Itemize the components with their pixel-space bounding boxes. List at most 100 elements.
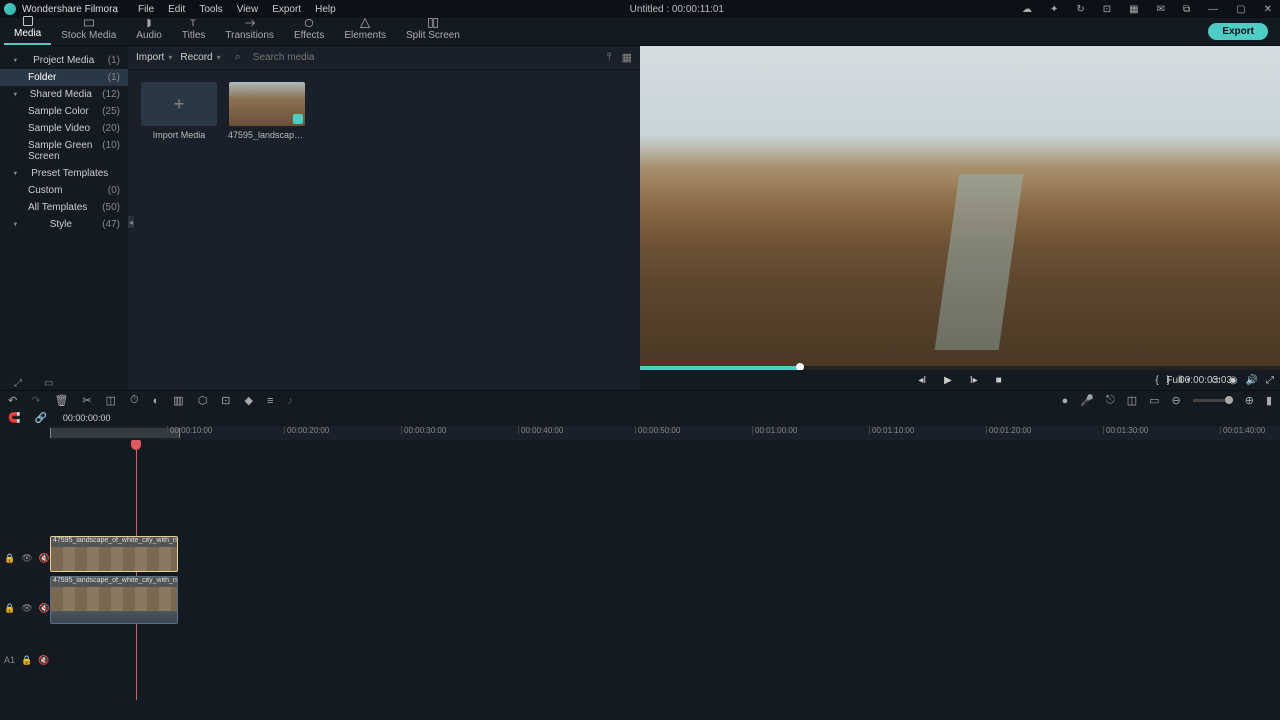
search-input[interactable] [249, 52, 599, 63]
volume-icon[interactable]: 🔊 [1246, 375, 1258, 386]
maximize-icon[interactable]: ▢ [1232, 4, 1249, 15]
link-icon[interactable]: 🔗 [34, 413, 46, 424]
grid-view-icon[interactable]: ▦ [622, 51, 632, 64]
marker-tl-icon[interactable]: ◫ [1127, 394, 1137, 407]
video-clip-2[interactable]: 47595_landscape_of_white_city_with_river… [50, 576, 178, 624]
media-thumbnail[interactable] [229, 82, 305, 126]
sidebar-item[interactable]: Shared Media(12) [0, 86, 128, 103]
stop-button[interactable]: ■ [996, 375, 1002, 386]
sparkle-icon[interactable]: ✦ [1046, 4, 1062, 15]
menu-file[interactable]: File [138, 4, 154, 15]
menu-view[interactable]: View [237, 4, 259, 15]
next-frame-button[interactable]: I▸ [970, 375, 978, 386]
green-screen-icon[interactable]: ▥ [173, 394, 183, 407]
fit-icon[interactable]: ▮ [1266, 394, 1272, 407]
expand-icon[interactable]: ⤢ [14, 378, 22, 389]
compare-icon[interactable]: ▭ [1211, 375, 1220, 386]
delete-icon[interactable]: 🗑 [54, 394, 68, 407]
tab-audio[interactable]: Audio [126, 15, 172, 45]
mark-out-icon[interactable]: } [1167, 375, 1170, 386]
track-lock-icon[interactable]: 🔒 [4, 603, 15, 614]
import-media-button[interactable]: + [141, 82, 217, 126]
grid-icon[interactable]: ▦ [1125, 4, 1142, 15]
tab-media[interactable]: Media [4, 13, 51, 45]
preview-panel: ◂I ▶ I▸ ■ Full▾ {} 00:00:03:03 ▭ ◉ 🔊 ⤢ [640, 46, 1280, 390]
video-clip-1[interactable]: 47595_landscape_of_white_city_with_river… [50, 536, 178, 572]
ruler-tick: 00:01:30:00 [1103, 426, 1148, 434]
track-visible-icon[interactable]: 👁 [21, 553, 32, 564]
snapshot-icon[interactable]: ◉ [1229, 375, 1238, 386]
devices-icon[interactable]: ⧉ [1179, 4, 1194, 15]
tab-elements[interactable]: Elements [334, 15, 396, 45]
tab-stock-media[interactable]: Stock Media [51, 15, 126, 45]
prev-frame-button[interactable]: ◂I [918, 375, 926, 386]
new-folder-icon[interactable]: ▭ [44, 378, 53, 389]
sidebar-item[interactable]: Project Media(1) [0, 52, 128, 69]
record-tl-icon[interactable]: ● [1062, 395, 1069, 407]
menu-edit[interactable]: Edit [168, 4, 185, 15]
menu-help[interactable]: Help [315, 4, 336, 15]
split-icon[interactable]: ✂ [82, 394, 91, 407]
tab-transitions[interactable]: Transitions [215, 15, 284, 45]
tab-titles[interactable]: TTitles [172, 15, 216, 45]
crop-icon[interactable]: ◫ [106, 394, 116, 407]
more-icon[interactable]: ≡ [267, 395, 273, 407]
motion-icon[interactable]: ⊡ [221, 394, 230, 407]
track-header-v2: 🔒 👁 🔇 [0, 538, 50, 578]
message-icon[interactable]: ✉ [1153, 4, 1169, 15]
tab-effects[interactable]: Effects [284, 15, 334, 45]
track-mute-icon[interactable]: 🔇 [39, 553, 50, 564]
close-icon[interactable]: ✕ [1260, 4, 1276, 15]
sidebar-item[interactable]: Sample Color(25) [0, 103, 128, 120]
import-dropdown[interactable]: Import▾ [136, 52, 172, 63]
sidebar-item[interactable]: Sample Green Screen(10) [0, 137, 128, 165]
zoom-slider[interactable] [1193, 399, 1233, 402]
timeline-header: 🧲 🔗 00:00:00:00 [0, 410, 1280, 426]
sidebar-item[interactable]: Style(47) [0, 216, 128, 233]
filter-icon[interactable]: ⫯ [607, 51, 612, 64]
mixer-icon[interactable]: ⎋ [1106, 394, 1115, 407]
record-dropdown[interactable]: Record▾ [180, 52, 220, 63]
ruler-tick: 00:00:20:00 [284, 426, 329, 434]
fullscreen-icon[interactable]: ⤢ [1266, 375, 1274, 386]
track-icon[interactable]: ▭ [1149, 394, 1159, 407]
voice-icon[interactable]: 🎤 [1080, 394, 1094, 407]
cloud-icon[interactable]: ☁ [1018, 4, 1036, 15]
track-lock-icon[interactable]: 🔒 [21, 655, 32, 666]
mark-in-icon[interactable]: { [1155, 375, 1158, 386]
speed-icon[interactable]: ⏱ [130, 394, 139, 407]
refresh-icon[interactable]: ↻ [1072, 4, 1088, 15]
track-mute-icon[interactable]: 🔇 [38, 655, 49, 666]
ruler-selection[interactable] [50, 428, 180, 438]
keyframe-icon[interactable]: ◆ [245, 394, 253, 407]
magnet-icon[interactable]: 🧲 [8, 413, 20, 424]
track-lock-icon[interactable]: 🔒 [4, 553, 15, 564]
sidebar-item[interactable]: Folder(1) [0, 69, 128, 86]
play-button[interactable]: ▶ [944, 375, 952, 386]
notification-icon[interactable]: ⊡ [1099, 4, 1115, 15]
mask-icon[interactable]: ⬡ [198, 394, 208, 407]
color-icon[interactable]: ◐ [153, 395, 160, 407]
sidebar-item[interactable]: Sample Video(20) [0, 120, 128, 137]
chevron-down-icon: ▾ [168, 53, 172, 62]
sidebar-item[interactable]: All Templates(50) [0, 199, 128, 216]
timeline-ruler[interactable]: 00:00:10:0000:00:20:0000:00:30:0000:00:4… [50, 426, 1280, 440]
menu-tools[interactable]: Tools [199, 4, 222, 15]
minimize-icon[interactable]: — [1204, 4, 1222, 15]
track-mute-icon[interactable]: 🔇 [39, 603, 50, 614]
sidebar-item[interactable]: Custom(0) [0, 182, 128, 199]
zoom-out-icon[interactable]: ⊖ [1172, 394, 1181, 407]
export-button[interactable]: Export [1208, 23, 1268, 40]
tab-split-screen[interactable]: Split Screen [396, 15, 470, 45]
ruler-tick: 00:01:20:00 [986, 426, 1031, 434]
audio-icon[interactable]: ♪ [287, 395, 293, 407]
zoom-in-icon[interactable]: ⊕ [1245, 394, 1254, 407]
undo-icon[interactable]: ↶ [8, 394, 17, 407]
sidebar-item[interactable]: Preset Templates [0, 165, 128, 182]
menu-export[interactable]: Export [272, 4, 301, 15]
redo-icon[interactable]: ↷ [31, 394, 40, 407]
sidebar-collapse-icon[interactable]: ◂ [128, 216, 134, 228]
track-visible-icon[interactable]: 👁 [21, 603, 32, 614]
ruler-tick: 00:01:40:00 [1220, 426, 1265, 434]
preview-viewport[interactable] [640, 46, 1280, 366]
